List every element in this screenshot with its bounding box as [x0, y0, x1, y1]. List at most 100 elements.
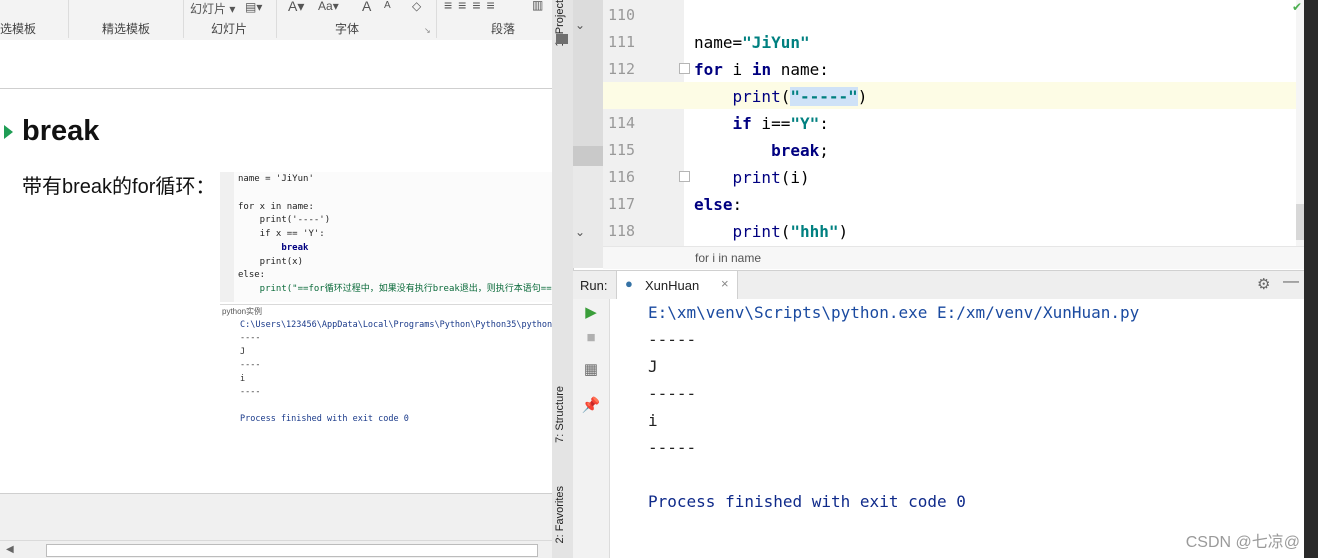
code-line[interactable]: print("hhh"): [694, 218, 1304, 245]
pin-icon[interactable]: 📌: [580, 395, 602, 417]
scroll-left-icon[interactable]: ◀: [6, 544, 14, 555]
console-line: -----: [648, 384, 697, 403]
breadcrumb-item[interactable]: for i in name: [695, 251, 761, 265]
code-editor[interactable]: name="JiYun" for i in name: print("-----"…: [684, 0, 1304, 246]
line-number: 114: [603, 110, 684, 137]
code-line[interactable]: else:: [694, 191, 1304, 218]
favorites-tab[interactable]: 2: Favorites: [554, 486, 566, 543]
ribbon-group-label: 幻灯片: [211, 22, 248, 36]
bullet-arrow-icon: [4, 125, 13, 139]
align-icons[interactable]: ≡≡≡≡: [444, 0, 501, 13]
slide-title: break: [22, 115, 100, 147]
code-line[interactable]: break;: [694, 137, 1304, 164]
chevron-down-icon[interactable]: ⌄: [575, 225, 585, 239]
code-token: break: [771, 141, 820, 160]
embedded-run-line: i: [240, 374, 246, 384]
code-token: i==: [751, 114, 791, 133]
watermark: CSDN @七凉@: [1185, 534, 1300, 551]
change-case-icon[interactable]: Aa▾: [318, 0, 339, 13]
line-number-text: 118: [608, 222, 636, 240]
embedded-screenshot[interactable]: name = 'JiYun' for x in name: print('---…: [220, 172, 552, 428]
presentation-window: 幻灯片 ▾ ▤▾ A▾ Aa▾ A A ◇ ≡≡≡≡ ▥ 选模板 精选模板 幻灯…: [0, 0, 552, 558]
embedded-run-line: ----: [240, 360, 261, 370]
console-command-line: E:\xm\venv\Scripts\python.exe E:/xm/venv…: [648, 303, 1140, 322]
embedded-run-line: Process finished with exit code 0: [240, 414, 409, 424]
dialog-launcher-icon[interactable]: ↘: [424, 26, 431, 35]
embedded-code-line: break: [238, 243, 309, 253]
code-token: print: [732, 222, 781, 241]
run-toolbar: ▶ ■ ▦ 📌 ↑ ↓ ⤶ ⇣ ⎙ 🗑: [573, 299, 636, 558]
ribbon-group-label: 字体: [335, 22, 360, 36]
slide-subtitle: 带有break的for循环：: [22, 176, 216, 198]
line-number-gutter: 110111112113114115116117118: [603, 0, 685, 246]
embedded-run-line: J: [240, 347, 246, 357]
horizontal-scrollbar[interactable]: ◀: [0, 540, 552, 558]
run-tab-label: XunHuan: [645, 278, 700, 293]
current-line-gutter: [603, 82, 684, 109]
layout-icon[interactable]: ▦: [580, 359, 602, 381]
ide-window: 1: Project 7: Structure 2: Favorites ⌄ ⌄…: [552, 0, 1304, 558]
code-line[interactable]: [694, 2, 1304, 29]
embedded-code-line: for x in name:: [238, 202, 314, 212]
line-number-text: 110: [608, 6, 636, 24]
fold-icon[interactable]: [679, 63, 690, 74]
stop-icon[interactable]: ■: [580, 327, 602, 349]
minimize-icon[interactable]: —: [1283, 273, 1299, 291]
code-line[interactable]: for i in name:: [694, 56, 1304, 83]
new-slide-dropdown[interactable]: 幻灯片 ▾: [190, 0, 235, 17]
font-grow-icon[interactable]: A▾: [288, 0, 304, 15]
code-line[interactable]: print("-----"): [694, 83, 1304, 110]
line-number: 118: [603, 218, 684, 245]
embedded-run-line: ----: [240, 333, 261, 343]
breadcrumb[interactable]: for i in name: [603, 246, 1304, 269]
decrease-font-icon[interactable]: A: [384, 0, 391, 11]
embedded-run-line: C:\Users\123456\AppData\Local\Programs\P…: [240, 320, 552, 330]
console-line: J: [648, 357, 658, 376]
line-number-text: 115: [608, 141, 636, 159]
ribbon-group-label: 精选模板: [102, 22, 151, 36]
code-line[interactable]: name="JiYun": [694, 29, 1304, 56]
gear-icon[interactable]: ⚙: [1257, 275, 1270, 293]
line-number-text: 116: [608, 168, 636, 186]
line-number: 111: [603, 29, 684, 56]
structure-tab[interactable]: 7: Structure: [554, 386, 566, 443]
scrollbar-thumb[interactable]: [46, 544, 538, 557]
rerun-icon[interactable]: ▶: [580, 302, 602, 324]
embedded-code-line: else:: [238, 270, 266, 280]
run-tool-header: Run: ● XunHuan × ⚙ —: [573, 270, 1304, 300]
console-line: -----: [648, 330, 697, 349]
code-token: "JiYun": [742, 33, 810, 52]
code-token: for: [694, 60, 723, 79]
layout-icon[interactable]: ▤▾: [245, 0, 262, 14]
increase-font-icon[interactable]: A: [362, 0, 371, 14]
console-line: -----: [648, 438, 697, 457]
code-token: "-----": [790, 87, 858, 106]
chevron-down-icon[interactable]: ⌄: [575, 18, 585, 32]
code-token: "hhh": [790, 222, 839, 241]
console-line: i: [648, 411, 658, 430]
code-token: name:: [771, 60, 829, 79]
code-line[interactable]: print(i): [694, 164, 1304, 191]
clear-format-icon[interactable]: ◇: [412, 0, 421, 13]
fold-icon[interactable]: [679, 171, 690, 182]
code-token: "Y": [790, 114, 820, 133]
line-number-text: 117: [608, 195, 636, 213]
console-exit-line: Process finished with exit code 0: [648, 492, 966, 511]
run-tab[interactable]: ● XunHuan ×: [616, 271, 738, 299]
code-token: (i): [780, 168, 810, 187]
line-number: 117: [603, 191, 684, 218]
embedded-run-panel: python实例 C:\Users\123456\AppData\Local\P…: [220, 304, 552, 428]
columns-icon[interactable]: ▥: [532, 0, 543, 12]
folder-icon: [556, 34, 568, 44]
code-line[interactable]: if i=="Y":: [694, 110, 1304, 137]
code-token: (: [780, 222, 791, 241]
line-number: 116: [603, 164, 684, 191]
code-token: print: [732, 87, 781, 106]
close-icon[interactable]: ×: [721, 276, 729, 291]
console-output[interactable]: E:\xm\venv\Scripts\python.exe E:/xm/venv…: [610, 299, 1304, 558]
code-token: ): [857, 87, 868, 106]
code-token: ;: [819, 141, 829, 160]
code-token: print: [732, 168, 781, 187]
embedded-code-line: name = 'JiYun': [238, 174, 314, 184]
slide-top-area: [0, 40, 552, 89]
